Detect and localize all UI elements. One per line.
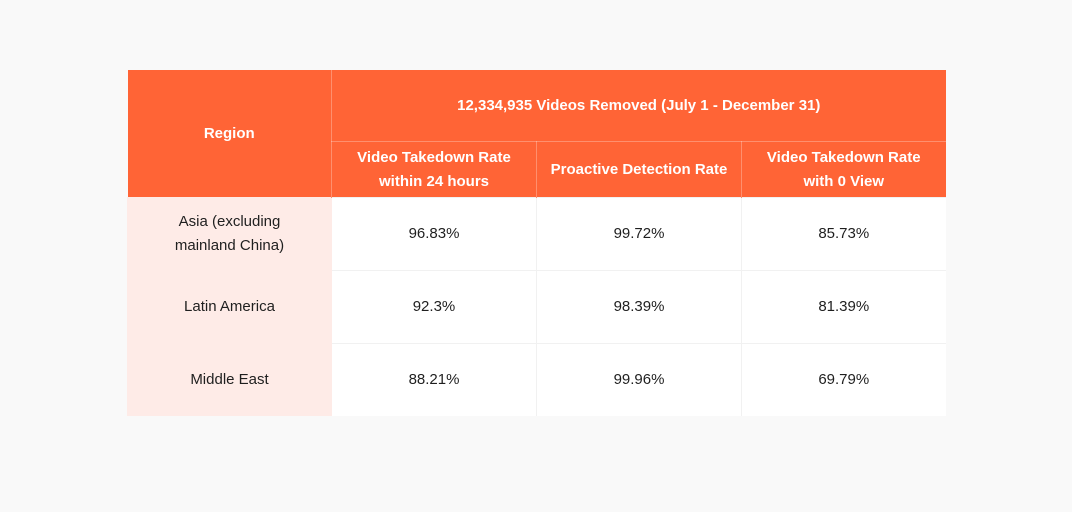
takedown-24h-column-header: Video Takedown Rate within 24 hours (331, 141, 537, 198)
takedown-24h-cell: 96.83% (331, 197, 537, 271)
table-body: Asia (excluding mainland China) 96.83% 9… (127, 197, 946, 416)
takedown-table-container: Region 12,334,935 Videos Removed (July 1… (127, 70, 946, 416)
region-cell: Latin America (127, 270, 332, 344)
region-cell: Middle East (127, 343, 332, 416)
proactive-detection-cell: 99.72% (536, 197, 742, 271)
table-header: Region 12,334,935 Videos Removed (July 1… (127, 70, 946, 198)
table-row: Latin America 92.3% 98.39% 81.39% (127, 270, 946, 344)
proactive-detection-column-header: Proactive Detection Rate (536, 141, 742, 198)
table-row: Asia (excluding mainland China) 96.83% 9… (127, 197, 946, 271)
header-row-top: Region 12,334,935 Videos Removed (July 1… (127, 70, 946, 198)
takedown-24h-cell: 88.21% (331, 343, 537, 416)
proactive-detection-cell: 99.96% (536, 343, 742, 416)
table-row: Middle East 88.21% 99.96% 69.79% (127, 343, 946, 416)
region-cell: Asia (excluding mainland China) (127, 197, 332, 271)
video-takedown-table: Region 12,334,935 Videos Removed (July 1… (127, 70, 946, 416)
videos-removed-group-header: 12,334,935 Videos Removed (July 1 - Dece… (330, 70, 946, 142)
region-column-header: Region (127, 70, 332, 198)
takedown-zero-view-cell: 69.79% (740, 343, 946, 416)
takedown-zero-view-column-header: Video Takedown Rate with 0 View (740, 141, 946, 198)
takedown-zero-view-cell: 85.73% (740, 197, 946, 271)
takedown-zero-view-cell: 81.39% (740, 270, 946, 344)
takedown-24h-cell: 92.3% (331, 270, 537, 344)
proactive-detection-cell: 98.39% (536, 270, 742, 344)
